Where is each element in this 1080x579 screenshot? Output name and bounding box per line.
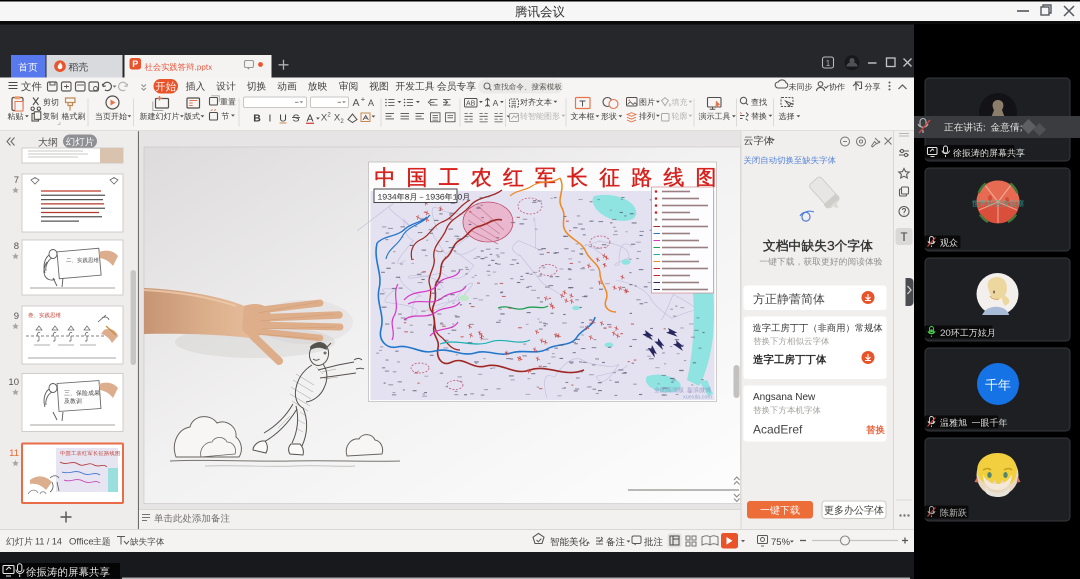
svg-text:P: P xyxy=(132,59,138,69)
svg-text:9: 9 xyxy=(14,311,19,322)
svg-text:A: A xyxy=(368,98,374,108)
svg-text:7: 7 xyxy=(14,175,19,186)
svg-text:AcadEref: AcadEref xyxy=(753,423,803,437)
svg-text:11 / 14: 11 / 14 xyxy=(35,537,62,547)
svg-text:11: 11 xyxy=(9,448,19,459)
svg-text:B: B xyxy=(253,113,261,125)
svg-text:T: T xyxy=(900,232,907,244)
svg-text:A: A xyxy=(493,98,499,108)
svg-text:75%: 75% xyxy=(771,537,791,548)
svg-text:+: + xyxy=(361,95,366,104)
svg-text:I: I xyxy=(269,113,272,125)
svg-text:1: 1 xyxy=(826,59,831,68)
svg-text:10: 10 xyxy=(8,377,19,388)
svg-text:8: 8 xyxy=(14,241,19,252)
svg-text:A: A xyxy=(352,97,359,109)
svg-text:xuexila.com: xuexila.com xyxy=(683,395,712,401)
svg-text:Office: Office xyxy=(69,537,94,548)
svg-text:Angsana New: Angsana New xyxy=(753,392,816,403)
svg-text:S: S xyxy=(292,113,299,125)
svg-text:AB: AB xyxy=(466,100,476,107)
